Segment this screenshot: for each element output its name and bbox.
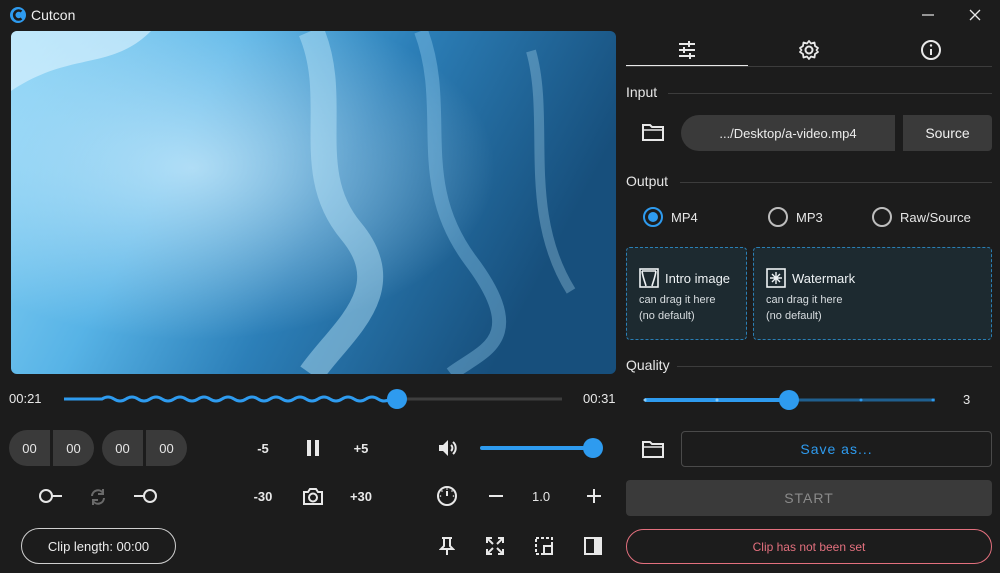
open-folder-icon[interactable] xyxy=(641,121,665,143)
watermark-icon xyxy=(766,268,786,288)
radio-mp4[interactable]: MP4 xyxy=(643,207,698,227)
info-icon xyxy=(921,40,941,60)
tab-options[interactable] xyxy=(626,34,748,66)
radio-raw-label: Raw/Source xyxy=(900,209,971,225)
watermark-dropzone[interactable]: Watermark can drag it here (no default) xyxy=(753,247,992,340)
gear-icon xyxy=(799,40,819,60)
radio-mp4-label: MP4 xyxy=(671,209,698,225)
output-label: Output xyxy=(626,173,669,189)
speed-decrease-icon[interactable] xyxy=(486,486,506,506)
toggle-panel-icon[interactable] xyxy=(582,535,604,557)
volume-icon[interactable] xyxy=(436,437,460,459)
start-button[interactable]: START xyxy=(626,480,992,516)
radio-mp4-circle[interactable] xyxy=(643,207,663,227)
close-button[interactable] xyxy=(962,4,988,26)
radio-mp3-label: MP3 xyxy=(796,209,823,225)
intro-image-title: Intro image xyxy=(665,270,731,286)
radio-raw-circle[interactable] xyxy=(872,207,892,227)
back-30-button[interactable]: -30 xyxy=(245,486,281,506)
speed-dial-icon xyxy=(436,485,458,507)
forward-30-button[interactable]: +30 xyxy=(342,486,380,506)
save-as-button[interactable]: Save as... xyxy=(681,431,992,467)
radio-raw[interactable]: Raw/Source xyxy=(872,207,971,227)
tab-settings[interactable] xyxy=(748,34,870,66)
title-bar: Cutcon xyxy=(0,0,1000,30)
minimize-button[interactable] xyxy=(915,4,941,26)
end-timecode[interactable]: 00 00 xyxy=(102,430,187,466)
screenshot-camera-icon[interactable] xyxy=(301,484,325,508)
watermark-default: (no default) xyxy=(766,310,822,322)
clip-length-button[interactable]: Clip length: 00:00 xyxy=(21,528,176,564)
app-logo-icon xyxy=(9,6,27,24)
source-button[interactable]: Source xyxy=(903,115,992,151)
watermark-title: Watermark xyxy=(792,270,856,286)
set-end-icon[interactable] xyxy=(132,486,158,506)
crop-select-icon[interactable] xyxy=(533,535,555,557)
output-folder-icon[interactable] xyxy=(641,438,665,460)
radio-mp3[interactable]: MP3 xyxy=(768,207,823,227)
volume-handle[interactable] xyxy=(583,438,603,458)
end-seconds-field[interactable]: 00 xyxy=(146,430,187,466)
status-message: Clip has not been set xyxy=(626,529,992,564)
set-start-icon[interactable] xyxy=(38,486,64,506)
start-seconds-field[interactable]: 00 xyxy=(53,430,94,466)
intro-image-dropzone[interactable]: Intro image can drag it here (no default… xyxy=(626,247,747,340)
volume-slider[interactable] xyxy=(480,446,592,450)
seek-bar[interactable] xyxy=(62,388,564,410)
video-preview[interactable] xyxy=(11,31,616,374)
pause-icon[interactable] xyxy=(302,436,324,460)
watermark-hint: can drag it here xyxy=(766,294,843,306)
end-time: 00:31 xyxy=(583,391,616,406)
seek-handle[interactable] xyxy=(387,389,407,409)
input-label: Input xyxy=(626,84,658,100)
settings-sliders-icon xyxy=(679,41,695,59)
tab-info[interactable] xyxy=(870,34,992,66)
back-5-button[interactable]: -5 xyxy=(246,438,280,458)
quality-handle[interactable] xyxy=(779,390,799,410)
forward-5-button[interactable]: +5 xyxy=(344,438,378,458)
radio-mp3-circle[interactable] xyxy=(768,207,788,227)
intro-curtain-icon xyxy=(639,268,659,288)
input-path-field[interactable]: .../Desktop/a-video.mp4 xyxy=(681,115,895,151)
start-minutes-field[interactable]: 00 xyxy=(9,430,50,466)
quality-label: Quality xyxy=(626,357,670,373)
speed-increase-icon[interactable] xyxy=(584,486,604,506)
loop-icon[interactable] xyxy=(87,486,109,508)
speed-value: 1.0 xyxy=(532,489,551,504)
app-title: Cutcon xyxy=(31,7,76,23)
fullscreen-icon[interactable] xyxy=(484,535,506,557)
start-timecode[interactable]: 00 00 xyxy=(9,430,94,466)
quality-value: 3 xyxy=(963,392,971,407)
current-time: 00:21 xyxy=(9,391,42,406)
pin-icon[interactable] xyxy=(437,535,457,557)
end-minutes-field[interactable]: 00 xyxy=(102,430,143,466)
intro-image-default: (no default) xyxy=(639,310,695,322)
intro-image-hint: can drag it here xyxy=(639,294,716,306)
